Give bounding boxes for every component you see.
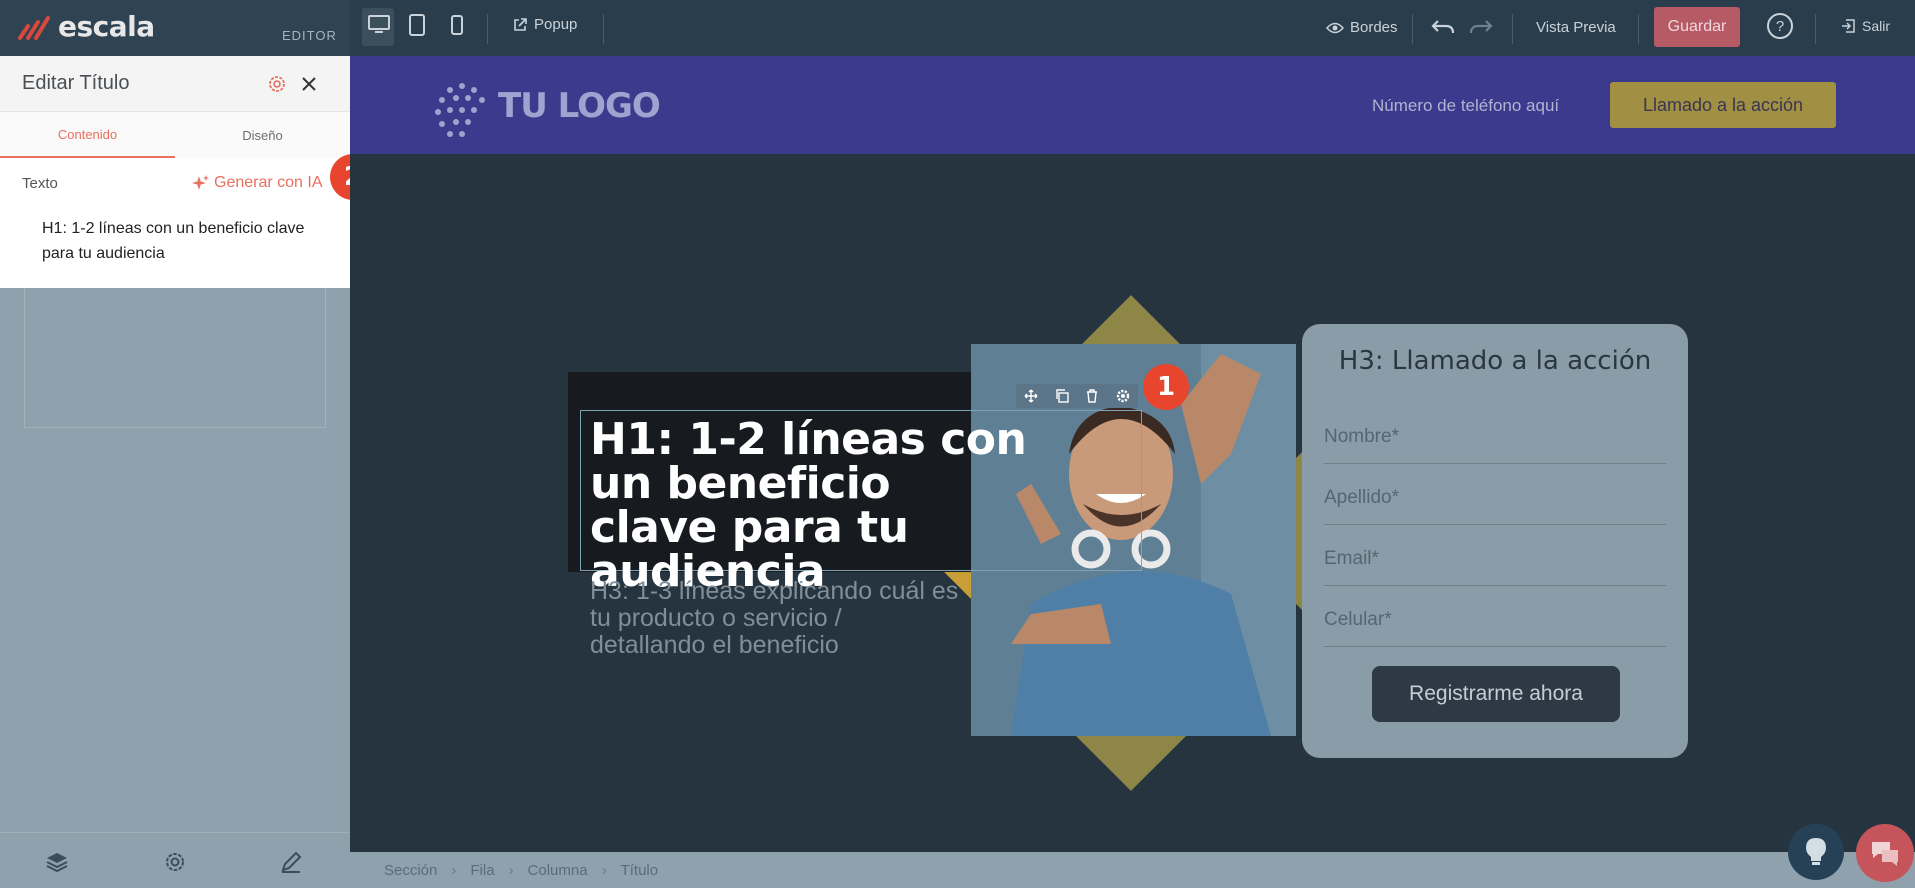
- generate-ai-label: Generar con IA: [214, 174, 323, 191]
- redo-icon[interactable]: [1468, 17, 1494, 37]
- bordes-button[interactable]: Bordes: [1326, 19, 1398, 36]
- gear-icon[interactable]: [266, 73, 288, 95]
- tablet-icon[interactable]: [407, 13, 427, 37]
- layers-icon[interactable]: [44, 849, 70, 875]
- register-button[interactable]: Registrarme ahora: [1372, 666, 1620, 722]
- panel-header: Editar Título: [0, 56, 350, 112]
- lead-form: H3: Llamado a la acción Nombre* Apellido…: [1302, 324, 1688, 758]
- top-toolbar: escala EDITOR Popup Bordes Vista Previa …: [0, 0, 1915, 56]
- tab-diseno[interactable]: Diseño: [175, 112, 350, 158]
- generate-ai-button[interactable]: Generar con IA: [192, 174, 323, 192]
- hero-headline[interactable]: H1: 1-2 líneas con un beneficio clave pa…: [590, 418, 1030, 594]
- svg-text:?: ?: [1776, 18, 1784, 35]
- eye-icon: [1326, 22, 1344, 33]
- chevron-right-icon: ›: [601, 861, 607, 879]
- move-icon[interactable]: [1024, 389, 1038, 403]
- toolbar-divider: [1815, 14, 1816, 44]
- textbox-shadow-area: [24, 288, 326, 428]
- text-field-label: Texto: [22, 175, 58, 192]
- nombre-field[interactable]: Nombre*: [1324, 404, 1666, 464]
- element-toolbar: [1016, 384, 1138, 408]
- toolbar-divider: [1412, 14, 1413, 44]
- breadcrumb-item-seccion[interactable]: Sección: [384, 862, 437, 879]
- toolbar-divider: [1638, 14, 1639, 44]
- pen-icon[interactable]: [278, 849, 304, 875]
- site-logo-text: TU LOGO: [498, 86, 661, 126]
- tab-contenido[interactable]: Contenido: [0, 112, 175, 158]
- header-cta-button[interactable]: Llamado a la acción: [1610, 82, 1836, 128]
- brand-name: escala: [58, 10, 155, 43]
- escala-logo-icon: [18, 16, 50, 40]
- sparkle-icon: [192, 175, 209, 190]
- email-field[interactable]: Email*: [1324, 526, 1666, 586]
- close-icon[interactable]: [300, 75, 318, 93]
- duplicate-icon[interactable]: [1055, 389, 1069, 403]
- editor-label: EDITOR: [282, 28, 337, 43]
- chevron-right-icon: ›: [451, 861, 457, 879]
- panel-footer: [0, 832, 350, 888]
- step-badge-1: 1: [1143, 364, 1189, 410]
- exit-icon: [1842, 19, 1855, 33]
- panel-tabs: Contenido Diseño: [0, 112, 350, 158]
- popup-button[interactable]: Popup: [512, 16, 577, 33]
- settings-icon[interactable]: [162, 849, 188, 875]
- toolbar-divider: [487, 14, 488, 44]
- breadcrumb: Sección › Fila › Columna › Título: [350, 852, 1915, 888]
- breadcrumb-item-fila[interactable]: Fila: [470, 862, 494, 879]
- element-settings-icon[interactable]: [1116, 389, 1130, 403]
- exit-button[interactable]: Salir: [1840, 18, 1890, 34]
- toolbar-divider: [1512, 14, 1513, 44]
- hero-subheadline[interactable]: H3: 1-3 líneas explicando cuál es tu pro…: [590, 578, 960, 659]
- page-canvas: TU LOGO Número de teléfono aquí Llamado …: [350, 56, 1915, 852]
- edit-title-panel: Editar Título Contenido Diseño Texto Gen…: [0, 56, 350, 888]
- breadcrumb-item-columna[interactable]: Columna: [528, 862, 588, 879]
- external-link-icon: [514, 17, 527, 31]
- lightbulb-icon: [1806, 838, 1826, 865]
- mobile-icon[interactable]: [450, 14, 464, 36]
- trash-icon[interactable]: [1085, 389, 1099, 403]
- chat-icon: [1872, 842, 1898, 866]
- celular-field[interactable]: Celular*: [1324, 587, 1666, 647]
- logo-dots-icon: [435, 83, 485, 137]
- apellido-field[interactable]: Apellido*: [1324, 465, 1666, 525]
- phone-number: Número de teléfono aquí: [1372, 96, 1560, 115]
- panel-active-area: Editar Título Contenido Diseño Texto Gen…: [0, 56, 350, 288]
- form-title: H3: Llamado a la acción: [1338, 346, 1652, 376]
- exit-label: Salir: [1862, 18, 1891, 34]
- desktop-icon[interactable]: [367, 14, 391, 36]
- toolbar-divider: [603, 14, 604, 44]
- chat-button[interactable]: [1856, 824, 1914, 882]
- undo-icon[interactable]: [1430, 17, 1456, 37]
- popup-label: Popup: [534, 16, 578, 33]
- title-text-input[interactable]: H1: 1-2 líneas con un beneficio clave pa…: [24, 204, 326, 288]
- chevron-right-icon: ›: [508, 861, 514, 879]
- tips-button[interactable]: [1788, 824, 1844, 880]
- bordes-label: Bordes: [1350, 19, 1398, 36]
- landing-header: TU LOGO Número de teléfono aquí Llamado …: [350, 56, 1915, 154]
- brand-area: escala EDITOR: [0, 0, 350, 56]
- breadcrumb-item-titulo[interactable]: Título: [621, 862, 659, 879]
- panel-title: Editar Título: [22, 72, 130, 94]
- save-button[interactable]: Guardar: [1654, 7, 1740, 47]
- vista-previa-button[interactable]: Vista Previa: [1536, 19, 1616, 36]
- help-icon[interactable]: ?: [1766, 12, 1794, 40]
